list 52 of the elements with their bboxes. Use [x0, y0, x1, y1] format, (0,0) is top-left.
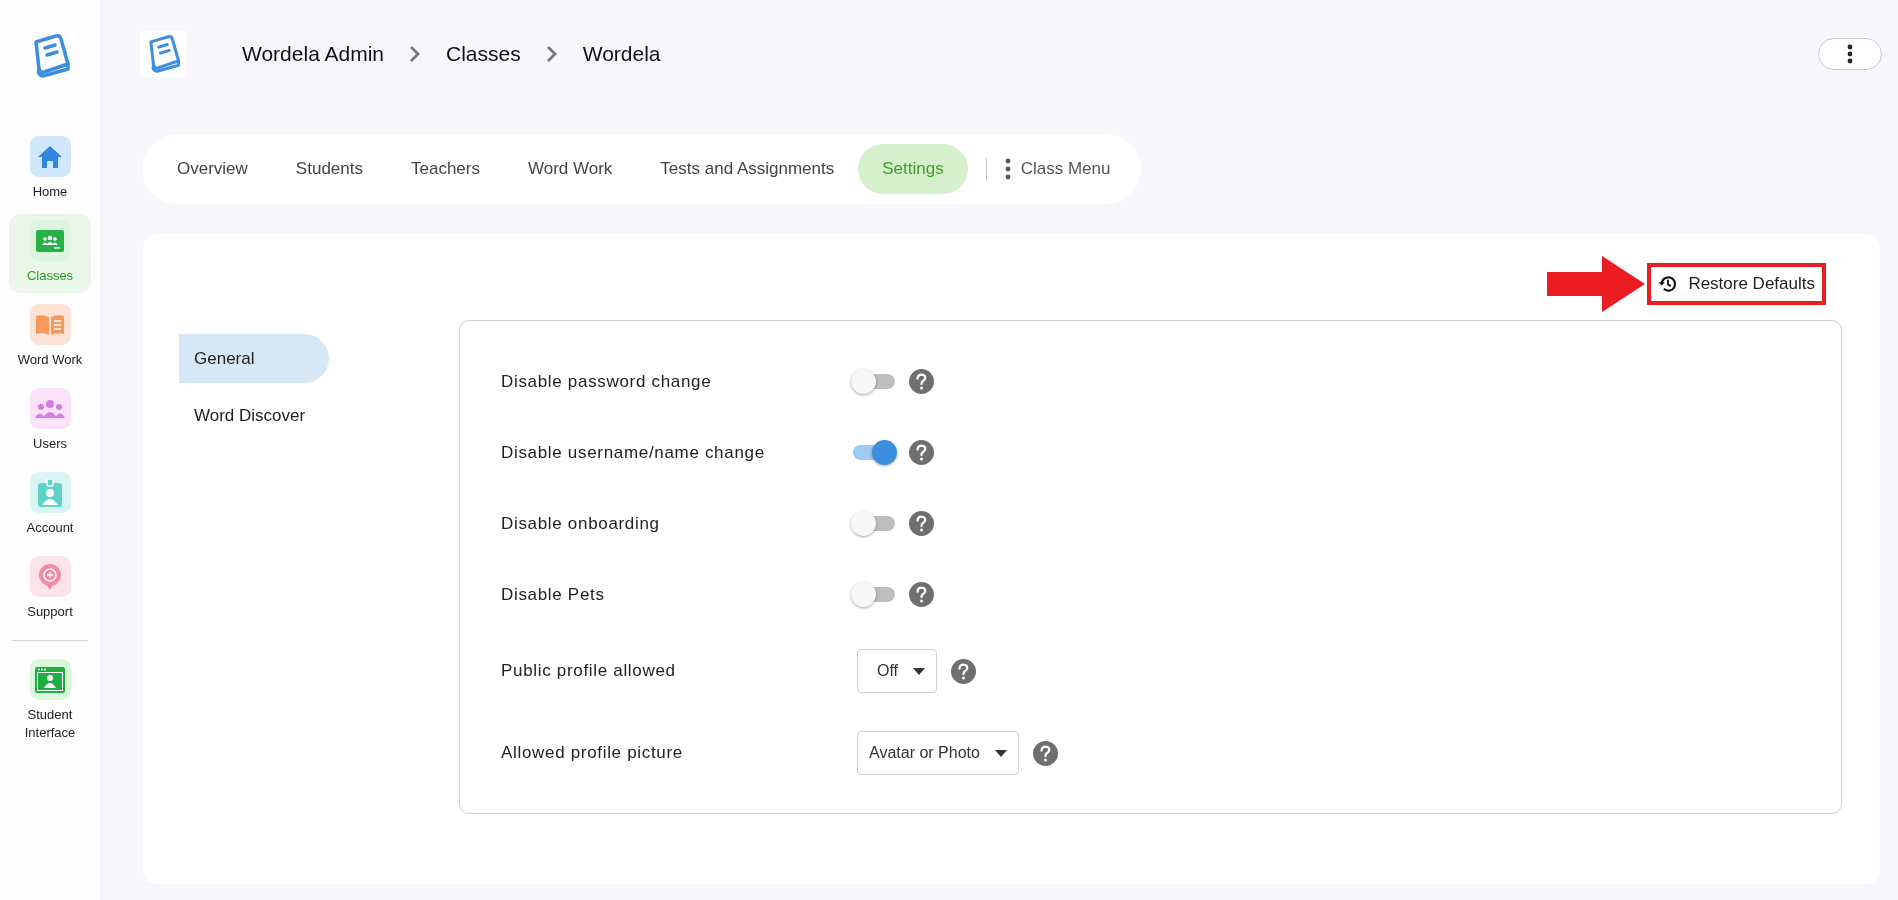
setting-label: Public profile allowed	[501, 660, 677, 683]
more-icon	[1004, 158, 1011, 180]
breadcrumb-link[interactable]: Wordela	[582, 37, 661, 70]
more-icon	[1847, 43, 1853, 64]
tab[interactable]: Tests and Assignments	[636, 144, 859, 194]
more-button[interactable]	[1818, 37, 1882, 70]
settings-nav-item[interactable]: General	[179, 334, 329, 383]
group-icon	[35, 398, 65, 419]
breadcrumb-link[interactable]: Wordela Admin	[242, 37, 385, 70]
toggle-switch[interactable]	[851, 368, 897, 395]
dropdown[interactable]: Off	[857, 649, 938, 693]
tab[interactable]: Teachers	[386, 144, 504, 194]
classroom-board-icon	[36, 229, 64, 252]
restore-defaults-button[interactable]: Restore Defaults	[1647, 263, 1826, 305]
tab[interactable]: Word Work	[503, 144, 637, 194]
tab[interactable]: Overview	[153, 144, 272, 194]
setting-label: Disable Pets	[501, 583, 606, 606]
sidebar-item[interactable]: Student Interface	[9, 653, 91, 750]
toggle-switch[interactable]	[851, 510, 897, 537]
open-book-icon	[35, 313, 65, 336]
sidebar-item[interactable]: Users	[9, 382, 91, 461]
arrow-icon	[1547, 256, 1646, 312]
browser-user-icon	[35, 666, 65, 693]
breadcrumb-link[interactable]: Classes	[446, 37, 521, 70]
id-badge-icon	[38, 478, 62, 507]
help-icon[interactable]	[1032, 740, 1058, 766]
caret-down-icon	[994, 749, 1007, 757]
setting-label: Disable password change	[501, 370, 713, 393]
sidebar-item[interactable]: Word Work	[9, 298, 91, 377]
tab[interactable]: Students	[271, 144, 387, 194]
settings-nav-item[interactable]: Word Discover	[179, 391, 329, 440]
caret-down-icon	[913, 667, 926, 675]
house-icon	[37, 144, 63, 169]
dropdown[interactable]: Avatar or Photo	[857, 731, 1019, 775]
help-icon[interactable]	[909, 511, 934, 536]
help-icon[interactable]	[909, 582, 934, 607]
setting-label: Disable username/name change	[501, 441, 766, 464]
setting-label: Disable onboarding	[501, 512, 661, 535]
speech-bubble-icon	[36, 562, 64, 591]
sidebar-item[interactable]: Support	[9, 550, 91, 629]
history-icon	[1658, 274, 1679, 294]
toggle-switch[interactable]	[851, 581, 897, 608]
setting-label: Allowed profile picture	[501, 742, 684, 765]
help-icon[interactable]	[909, 440, 934, 465]
class-menu-button[interactable]: Class Menu	[1004, 156, 1131, 182]
chevron-right-icon	[409, 44, 422, 63]
toggle-switch[interactable]	[851, 439, 897, 466]
help-icon[interactable]	[951, 658, 977, 684]
help-icon[interactable]	[909, 369, 934, 394]
chevron-right-icon	[545, 44, 558, 63]
sidebar-item[interactable]: Home	[9, 130, 91, 209]
sidebar-item[interactable]: Account	[9, 466, 91, 545]
